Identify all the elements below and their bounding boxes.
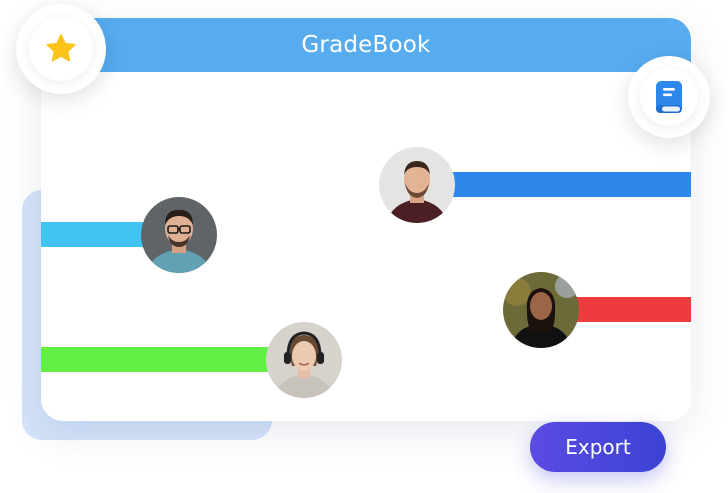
student-avatar	[379, 147, 455, 223]
student-avatar	[141, 197, 217, 273]
gradebook-illustration: GradeBook Export	[0, 0, 728, 493]
card-header: GradeBook	[41, 18, 691, 72]
export-button-label: Export	[565, 435, 631, 459]
star-icon	[46, 34, 76, 62]
export-button[interactable]: Export	[530, 422, 666, 472]
student-avatar	[503, 272, 579, 348]
progress-bar-red	[565, 297, 691, 322]
student-avatar	[266, 322, 342, 398]
progress-bar-blue	[449, 172, 691, 197]
gradebook-card: GradeBook	[41, 18, 691, 421]
book-badge	[628, 56, 710, 138]
star-badge	[16, 4, 106, 94]
book-icon	[656, 81, 682, 113]
app-title: GradeBook	[301, 32, 431, 58]
progress-bar-green	[41, 347, 303, 372]
